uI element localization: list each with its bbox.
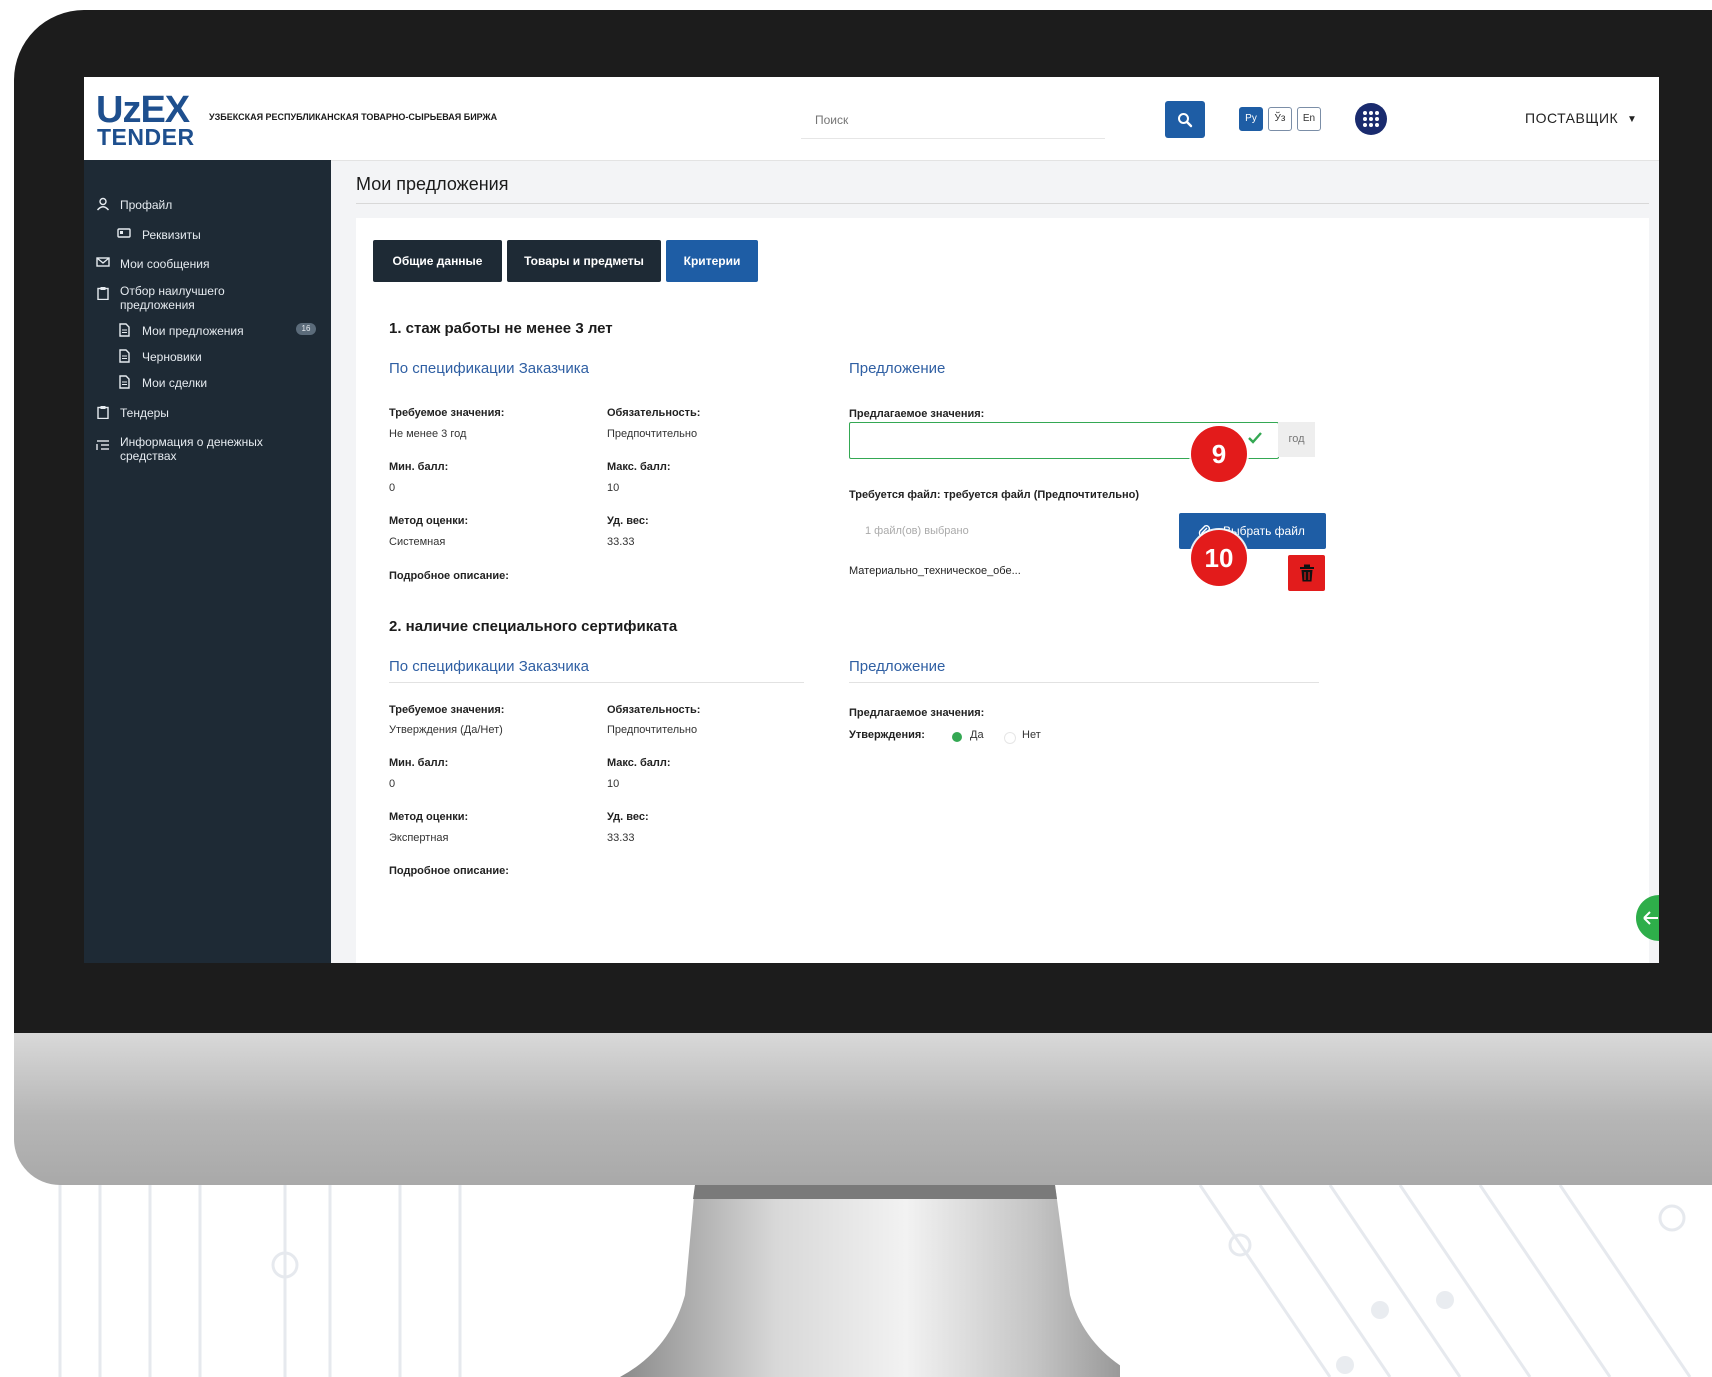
monitor-stand <box>620 1185 1120 1377</box>
lang-ru-button[interactable]: Ру <box>1239 107 1263 131</box>
min-score-value: 0 <box>389 482 396 494</box>
search-button[interactable] <box>1165 101 1205 138</box>
criterion-1-title: 1. стаж работы не менее 3 лет <box>389 320 613 337</box>
callout-marker-10: 10 <box>1191 530 1247 586</box>
max-score-value: 10 <box>607 778 620 790</box>
evaluation-method-value: Системная <box>389 536 446 548</box>
search-icon <box>1178 113 1193 128</box>
evaluation-method-label: Метод оценки: <box>389 811 469 823</box>
tab-general-data[interactable]: Общие данные <box>373 240 502 282</box>
apps-grid-button[interactable] <box>1355 103 1387 135</box>
mandatory-label: Обязательность: <box>607 704 701 716</box>
tab-criteria[interactable]: Критерии <box>666 240 758 282</box>
sidebar-item-drafts[interactable]: Черновики <box>142 350 202 364</box>
sidebar-item-funds-info[interactable]: Информация о денежных средствах <box>120 435 290 463</box>
messages-count-badge: 16 <box>296 323 316 335</box>
sidebar-item-best-offer[interactable]: Отбор наилучшего предложения <box>120 284 270 312</box>
proposed-value-label: Предлагаемое значения: <box>849 408 985 420</box>
evaluation-method-value: Экспертная <box>389 832 449 844</box>
list-icon <box>96 440 109 450</box>
user-role-menu[interactable]: ПОСТАВЩИК <box>1525 110 1618 126</box>
offer-heading-divider <box>849 682 1319 683</box>
min-score-value: 0 <box>389 778 396 790</box>
file-status-field[interactable]: 1 файл(ов) выбрано <box>849 517 1195 545</box>
min-score-label: Мин. балл: <box>389 757 449 769</box>
mandatory-value: Предпочтительно <box>607 724 698 736</box>
radio-yes-label[interactable]: Да <box>970 729 984 741</box>
criterion-1-offer-heading: Предложение <box>849 360 946 377</box>
check-icon <box>1248 432 1262 444</box>
max-score-label: Макс. балл: <box>607 757 671 769</box>
radio-no[interactable] <box>1004 732 1016 744</box>
callout-marker-9: 9 <box>1191 426 1247 482</box>
uzex-logo[interactable]: UzEX TENDER <box>96 91 196 150</box>
required-value: Утверждения (Да/Нет) <box>389 724 503 736</box>
weight-value: 33.33 <box>607 832 635 844</box>
sidebar-item-my-offers[interactable]: Мои предложения <box>142 324 244 338</box>
weight-value: 33.33 <box>607 536 635 548</box>
mandatory-value: Предпочтительно <box>607 428 698 440</box>
tab-goods-items[interactable]: Товары и предметы <box>507 240 661 282</box>
file-required-label: Требуется файл: требуется файл (Предпочт… <box>849 489 1139 501</box>
spec-heading-divider <box>389 682 804 683</box>
document-icon <box>119 375 130 389</box>
radio-yes[interactable] <box>952 732 962 742</box>
sidebar-item-messages[interactable]: Мои сообщения <box>120 257 209 271</box>
trash-icon <box>1300 564 1314 582</box>
user-icon <box>96 197 110 211</box>
max-score-label: Макс. балл: <box>607 461 671 473</box>
sidebar-item-profile[interactable]: Профайл <box>120 198 172 212</box>
document-icon <box>119 349 130 363</box>
criterion-2-offer-heading: Предложение <box>849 658 946 675</box>
logo-text-tender: TENDER <box>97 124 195 150</box>
criterion-2-spec-heading: По спецификации Заказчика <box>389 658 589 675</box>
weight-label: Уд. вес: <box>607 515 649 527</box>
top-header: UzEX TENDER УЗБЕКСКАЯ РЕСПУБЛИКАНСКАЯ ТО… <box>84 77 1659 161</box>
sidebar-item-my-deals[interactable]: Мои сделки <box>142 376 207 390</box>
document-icon <box>119 323 130 337</box>
search-input[interactable] <box>801 102 1105 139</box>
app-screen: UzEX TENDER УЗБЕКСКАЯ РЕСПУБЛИКАНСКАЯ ТО… <box>84 77 1659 963</box>
delete-file-button[interactable] <box>1288 555 1325 591</box>
sidebar: Профайл Реквизиты Мои сообщения 16 Отбор… <box>84 160 331 963</box>
required-value-label: Требуемое значения: <box>389 704 505 716</box>
evaluation-method-label: Метод оценки: <box>389 515 469 527</box>
detailed-description-label: Подробное описание: <box>389 570 509 582</box>
sidebar-item-tenders[interactable]: Тендеры <box>120 406 169 420</box>
proposed-value-label: Предлагаемое значения: <box>849 707 985 719</box>
weight-label: Уд. вес: <box>607 811 649 823</box>
radio-no-label[interactable]: Нет <box>1022 729 1041 741</box>
id-card-icon <box>117 228 131 238</box>
mandatory-label: Обязательность: <box>607 407 701 419</box>
clipboard-icon <box>97 406 109 419</box>
max-score-value: 10 <box>607 482 620 494</box>
required-value: Не менее 3 год <box>389 428 467 440</box>
clipboard-icon <box>97 287 109 300</box>
required-value-label: Требуемое значения: <box>389 407 505 419</box>
sidebar-item-requisites[interactable]: Реквизиты <box>142 228 201 242</box>
mail-icon <box>96 257 110 267</box>
lang-en-button[interactable]: En <box>1297 107 1321 131</box>
approval-label: Утверждения: <box>849 729 925 741</box>
monitor-chin <box>14 1033 1712 1185</box>
lang-uz-button[interactable]: Ўз <box>1268 107 1292 131</box>
detailed-description-label: Подробное описание: <box>389 865 509 877</box>
unit-label: год <box>1278 422 1315 457</box>
page-title: Мои предложения <box>356 174 509 194</box>
grid-icon <box>1363 111 1379 127</box>
arrow-left-icon <box>1643 911 1658 925</box>
uploaded-file-name[interactable]: Материально_техническое_обе... <box>849 565 1021 577</box>
title-divider <box>356 203 1649 204</box>
chevron-down-icon[interactable]: ▼ <box>1627 114 1637 125</box>
criterion-2-title: 2. наличие специального сертификата <box>389 618 678 635</box>
criterion-1-spec-heading: По спецификации Заказчика <box>389 360 589 377</box>
organization-name: УЗБЕКСКАЯ РЕСПУБЛИКАНСКАЯ ТОВАРНО-СЫРЬЕВ… <box>209 112 498 122</box>
min-score-label: Мин. балл: <box>389 461 449 473</box>
